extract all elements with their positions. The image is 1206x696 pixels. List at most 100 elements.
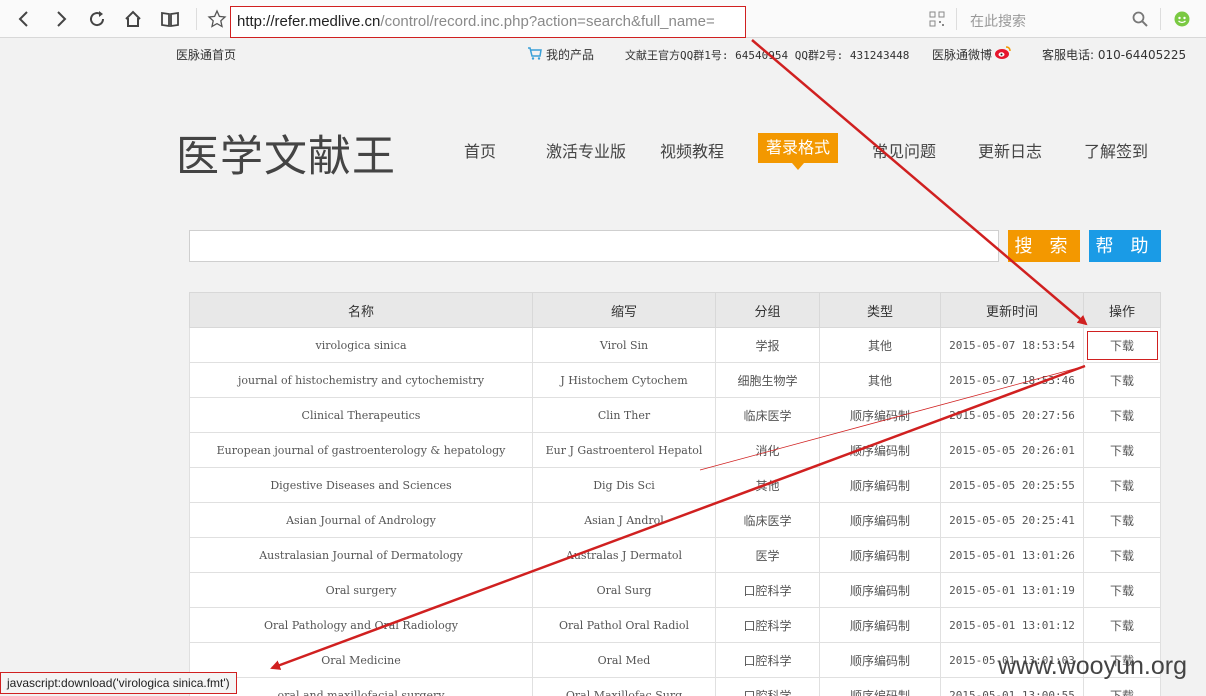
col-header-action: 操作 bbox=[1083, 292, 1161, 328]
cell-type: 顺序编码制 bbox=[819, 537, 941, 573]
extension-icon[interactable] bbox=[1173, 10, 1191, 28]
col-header-type: 类型 bbox=[819, 292, 941, 328]
cell-abbr: Oral Med bbox=[532, 642, 716, 678]
forward-icon[interactable] bbox=[49, 7, 73, 31]
cell-abbr: Eur J Gastroenterol Hepatol bbox=[532, 432, 716, 468]
nav-activate-pro[interactable]: 激活专业版 bbox=[546, 138, 626, 162]
qr-code-icon[interactable] bbox=[929, 11, 945, 27]
download-link[interactable]: 下载 bbox=[1083, 467, 1161, 503]
cell-type: 顺序编码制 bbox=[819, 502, 941, 538]
cell-name: Clinical Therapeutics bbox=[189, 397, 533, 433]
download-link[interactable]: 下载 bbox=[1083, 537, 1161, 573]
table-row: European journal of gastroenterology & h… bbox=[189, 432, 1161, 468]
nav-home[interactable]: 首页 bbox=[464, 138, 496, 162]
table-row: journal of histochemistry and cytochemis… bbox=[189, 362, 1161, 398]
url-path: /control/record.inc.php?action=search&fu… bbox=[380, 13, 715, 30]
watermark: www.wooyun.org bbox=[998, 652, 1187, 680]
download-link[interactable]: 下载 bbox=[1083, 607, 1161, 643]
cell-updated: 2015-05-05 20:26:01 bbox=[940, 432, 1084, 468]
cell-type: 其他 bbox=[819, 327, 941, 363]
cell-group: 医学 bbox=[715, 537, 820, 573]
cell-name: Oral Medicine bbox=[189, 642, 533, 678]
download-link[interactable]: 下载 bbox=[1083, 432, 1161, 468]
cell-type: 顺序编码制 bbox=[819, 642, 941, 678]
table-row: Digestive Diseases and Sciences Dig Dis … bbox=[189, 467, 1161, 503]
nav-citation-format[interactable]: 著录格式 bbox=[758, 133, 838, 170]
cell-group: 口腔科学 bbox=[715, 642, 820, 678]
search-button[interactable]: 搜 索 bbox=[1008, 230, 1080, 262]
cell-abbr: Oral Pathol Oral Radiol bbox=[532, 607, 716, 643]
customer-phone: 客服电话: 010-64405225 bbox=[1042, 48, 1187, 62]
table-row: Asian Journal of Andrology Asian J Andro… bbox=[189, 502, 1161, 538]
nav-changelog[interactable]: 更新日志 bbox=[978, 138, 1042, 162]
status-bar: javascript:download('virologica sinica.f… bbox=[0, 672, 237, 694]
download-link[interactable]: 下载 bbox=[1083, 572, 1161, 608]
cell-abbr: Oral Maxillofac Surg bbox=[532, 677, 716, 696]
site-logo[interactable]: 医学文献王 bbox=[176, 122, 396, 184]
cell-group: 临床医学 bbox=[715, 502, 820, 538]
format-table: 名称 缩写 分组 类型 更新时间 操作 virologica sinica Vi… bbox=[189, 292, 1161, 696]
cell-abbr: Dig Dis Sci bbox=[532, 467, 716, 503]
search-icon[interactable] bbox=[1131, 10, 1149, 28]
cell-group: 临床医学 bbox=[715, 397, 820, 433]
col-header-abbr: 缩写 bbox=[532, 292, 716, 328]
cell-type: 顺序编码制 bbox=[819, 467, 941, 503]
cell-type: 顺序编码制 bbox=[819, 607, 941, 643]
refresh-icon[interactable] bbox=[85, 7, 109, 31]
download-link[interactable]: 下载 bbox=[1083, 362, 1161, 398]
table-row: virologica sinica Virol Sin 学报 其他 2015-0… bbox=[189, 327, 1161, 363]
weibo-link[interactable]: 医脉通微博 bbox=[932, 46, 992, 63]
cell-abbr: Virol Sin bbox=[532, 327, 716, 363]
cell-updated: 2015-05-05 20:25:55 bbox=[940, 467, 1084, 503]
cell-updated: 2015-05-01 13:01:26 bbox=[940, 537, 1084, 573]
download-link[interactable]: 下载 bbox=[1083, 397, 1161, 433]
reading-view-icon[interactable] bbox=[158, 7, 182, 31]
table-row: Clinical Therapeutics Clin Ther 临床医学 顺序编… bbox=[189, 397, 1161, 433]
table-row: Oral surgery Oral Surg 口腔科学 顺序编码制 2015-0… bbox=[189, 572, 1161, 608]
table-header-row: 名称 缩写 分组 类型 更新时间 操作 bbox=[189, 292, 1161, 328]
help-button[interactable]: 帮 助 bbox=[1089, 230, 1161, 262]
cell-abbr: J Histochem Cytochem bbox=[532, 362, 716, 398]
medlive-home-link[interactable]: 医脉通首页 bbox=[176, 46, 236, 63]
qq-groups-text: 文献王官方QQ群1号: 64540954 QQ群2号: 431243448 bbox=[625, 49, 910, 62]
browser-search-input[interactable]: 在此搜索 bbox=[970, 11, 1026, 31]
cell-group: 学报 bbox=[715, 327, 820, 363]
cell-name: European journal of gastroenterology & h… bbox=[189, 432, 533, 468]
table-row: Oral Pathology and Oral Radiology Oral P… bbox=[189, 607, 1161, 643]
col-header-group: 分组 bbox=[715, 292, 820, 328]
cell-group: 口腔科学 bbox=[715, 677, 820, 696]
cell-type: 顺序编码制 bbox=[819, 397, 941, 433]
cell-updated: 2015-05-07 18:53:46 bbox=[940, 362, 1084, 398]
nav-faq[interactable]: 常见问题 bbox=[872, 138, 936, 162]
cell-updated: 2015-05-05 20:27:56 bbox=[940, 397, 1084, 433]
weibo-icon bbox=[995, 46, 1011, 59]
cell-type: 顺序编码制 bbox=[819, 432, 941, 468]
home-icon[interactable] bbox=[121, 7, 145, 31]
nav-video-tutorial[interactable]: 视频教程 bbox=[660, 138, 724, 162]
cell-name: Australasian Journal of Dermatology bbox=[189, 537, 533, 573]
cell-name: oral and maxillofacial surgery bbox=[189, 677, 533, 696]
table-row: Australasian Journal of Dermatology Aust… bbox=[189, 537, 1161, 573]
col-header-updated: 更新时间 bbox=[940, 292, 1084, 328]
address-bar[interactable]: http://refer.medlive.cn/control/record.i… bbox=[230, 6, 746, 38]
cell-type: 其他 bbox=[819, 362, 941, 398]
download-link[interactable]: 下载 bbox=[1083, 327, 1161, 363]
cell-name: Oral surgery bbox=[189, 572, 533, 608]
cell-type: 顺序编码制 bbox=[819, 572, 941, 608]
cell-group: 其他 bbox=[715, 467, 820, 503]
cell-updated: 2015-05-05 20:25:41 bbox=[940, 502, 1084, 538]
cell-group: 细胞生物学 bbox=[715, 362, 820, 398]
cell-name: Digestive Diseases and Sciences bbox=[189, 467, 533, 503]
favorite-star-icon[interactable] bbox=[207, 9, 227, 29]
download-link[interactable]: 下载 bbox=[1083, 502, 1161, 538]
format-search-input[interactable] bbox=[189, 230, 999, 262]
cell-abbr: Clin Ther bbox=[532, 397, 716, 433]
cell-group: 口腔科学 bbox=[715, 607, 820, 643]
back-icon[interactable] bbox=[12, 7, 36, 31]
nav-checkin[interactable]: 了解签到 bbox=[1084, 138, 1148, 162]
cell-abbr: Australas J Dermatol bbox=[532, 537, 716, 573]
cell-abbr: Asian J Androl bbox=[532, 502, 716, 538]
cell-updated: 2015-05-07 18:53:54 bbox=[940, 327, 1084, 363]
my-products-link[interactable]: 我的产品 bbox=[546, 46, 594, 63]
cell-group: 口腔科学 bbox=[715, 572, 820, 608]
